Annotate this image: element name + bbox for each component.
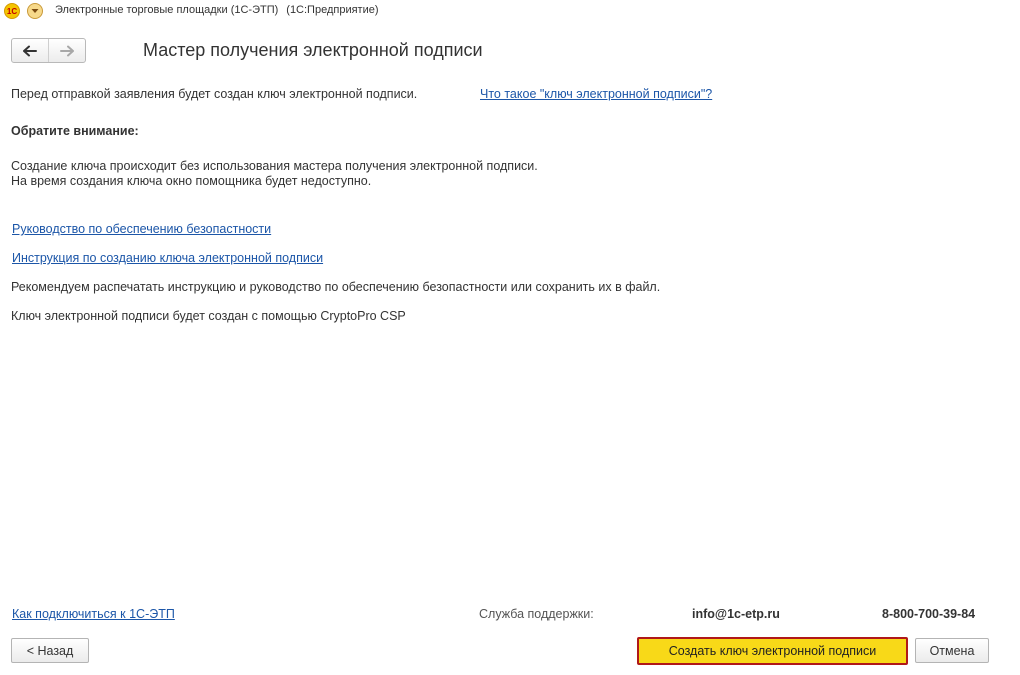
connect-link[interactable]: Как подключиться к 1С-ЭТП <box>12 607 175 621</box>
support-label: Служба поддержки: <box>479 607 594 621</box>
security-guide-link[interactable]: Руководство по обеспечению безопастности <box>12 222 271 236</box>
platform-name: (1С:Предприятие) <box>286 4 379 16</box>
menu-chevron-icon[interactable] <box>27 3 43 19</box>
back-nav-button[interactable] <box>12 39 48 62</box>
arrow-left-icon <box>23 45 37 56</box>
navigation-buttons <box>11 38 86 63</box>
arrow-right-icon <box>60 45 74 56</box>
what-is-key-link[interactable]: Что такое "ключ электронной подписи"? <box>480 87 712 101</box>
support-email: info@1c-etp.ru <box>692 607 780 621</box>
1c-logo-icon[interactable]: 1С <box>4 3 20 19</box>
page-title: Мастер получения электронной подписи <box>143 40 483 60</box>
forward-nav-button[interactable] <box>48 39 85 62</box>
recommendation-text: Рекомендуем распечатать инструкцию и рук… <box>11 280 661 294</box>
create-key-button[interactable]: Создать ключ электронной подписи <box>637 637 908 665</box>
crypto-note-text: Ключ электронной подписи будет создан с … <box>11 309 406 323</box>
title-bar: 1С Электронные торговые площадки (1С-ЭТП… <box>0 0 1020 22</box>
cancel-button[interactable]: Отмена <box>915 638 989 663</box>
support-phone: 8-800-700-39-84 <box>882 607 976 621</box>
note-line-2: На время создания ключа окно помощника б… <box>11 174 372 188</box>
attention-heading: Обратите внимание: <box>11 124 139 138</box>
note-line-1: Создание ключа происходит без использова… <box>11 159 538 173</box>
back-button[interactable]: < Назад <box>11 638 89 663</box>
intro-text: Перед отправкой заявления будет создан к… <box>11 87 418 101</box>
instruction-link[interactable]: Инструкция по созданию ключа электронной… <box>12 251 323 265</box>
window-title: Электронные торговые площадки (1С-ЭТП) (1… <box>55 4 379 16</box>
wizard-window: 1С Электронные торговые площадки (1С-ЭТП… <box>0 0 1020 675</box>
app-name: Электронные торговые площадки (1С-ЭТП) <box>55 4 279 16</box>
